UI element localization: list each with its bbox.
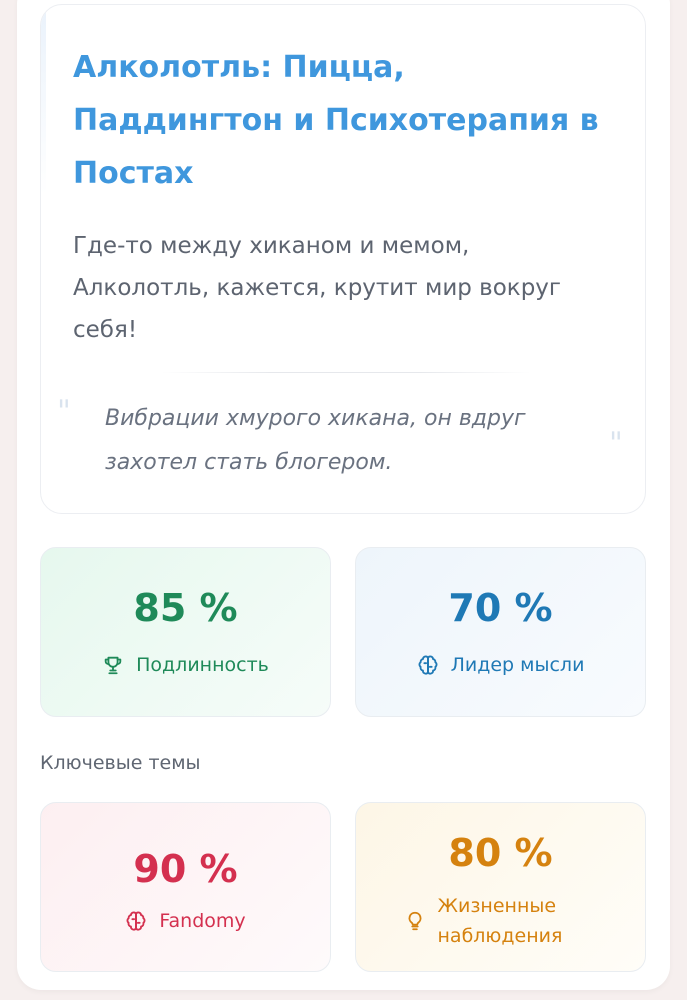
post-description: Где-то между хиканом и мемом, Алколотль,… [73, 233, 561, 343]
metric-label-row: Подлинность [41, 650, 330, 680]
topic-card-fandomy: 90 % Fandomy [40, 802, 331, 972]
topic-card-life-observations: 80 % Жизненные наблюдения [355, 802, 646, 972]
topics-heading: Ключевые темы [40, 752, 201, 774]
quote-close-icon: " [609, 426, 623, 461]
metric-value: 70 % [448, 586, 553, 630]
metric-label: Лидер мысли [450, 654, 585, 676]
topic-value: 80 % [448, 831, 553, 875]
post-title: Алколотль: Пицца, Паддингтон и Психотера… [73, 50, 599, 191]
quote-open-icon: " [57, 394, 71, 429]
lightbulb-icon [404, 910, 426, 932]
post-quote: Вибрации хмурого хикана, он вдруг захоте… [105, 406, 526, 475]
topic-label-row: Fandomy [41, 906, 330, 936]
topic-label-row: Жизненные наблюдения [356, 891, 645, 951]
metric-label-row: Лидер мысли [356, 650, 645, 680]
metric-card-thought-leader: 70 % Лидер мысли [355, 547, 646, 717]
metric-label: Подлинность [136, 654, 269, 676]
brain-icon [125, 910, 147, 932]
accent-bar [41, 5, 46, 195]
topic-label: Fandomy [159, 910, 246, 932]
metric-card-authenticity: 85 % Подлинность [40, 547, 331, 717]
post-summary-card: Алколотль: Пицца, Паддингтон и Психотера… [40, 4, 646, 514]
brain-icon [417, 654, 439, 676]
topic-value: 90 % [133, 847, 238, 891]
divider [161, 372, 531, 373]
topic-label: Жизненные наблюдения [437, 895, 563, 947]
metric-value: 85 % [133, 586, 238, 630]
trophy-icon [102, 654, 124, 676]
